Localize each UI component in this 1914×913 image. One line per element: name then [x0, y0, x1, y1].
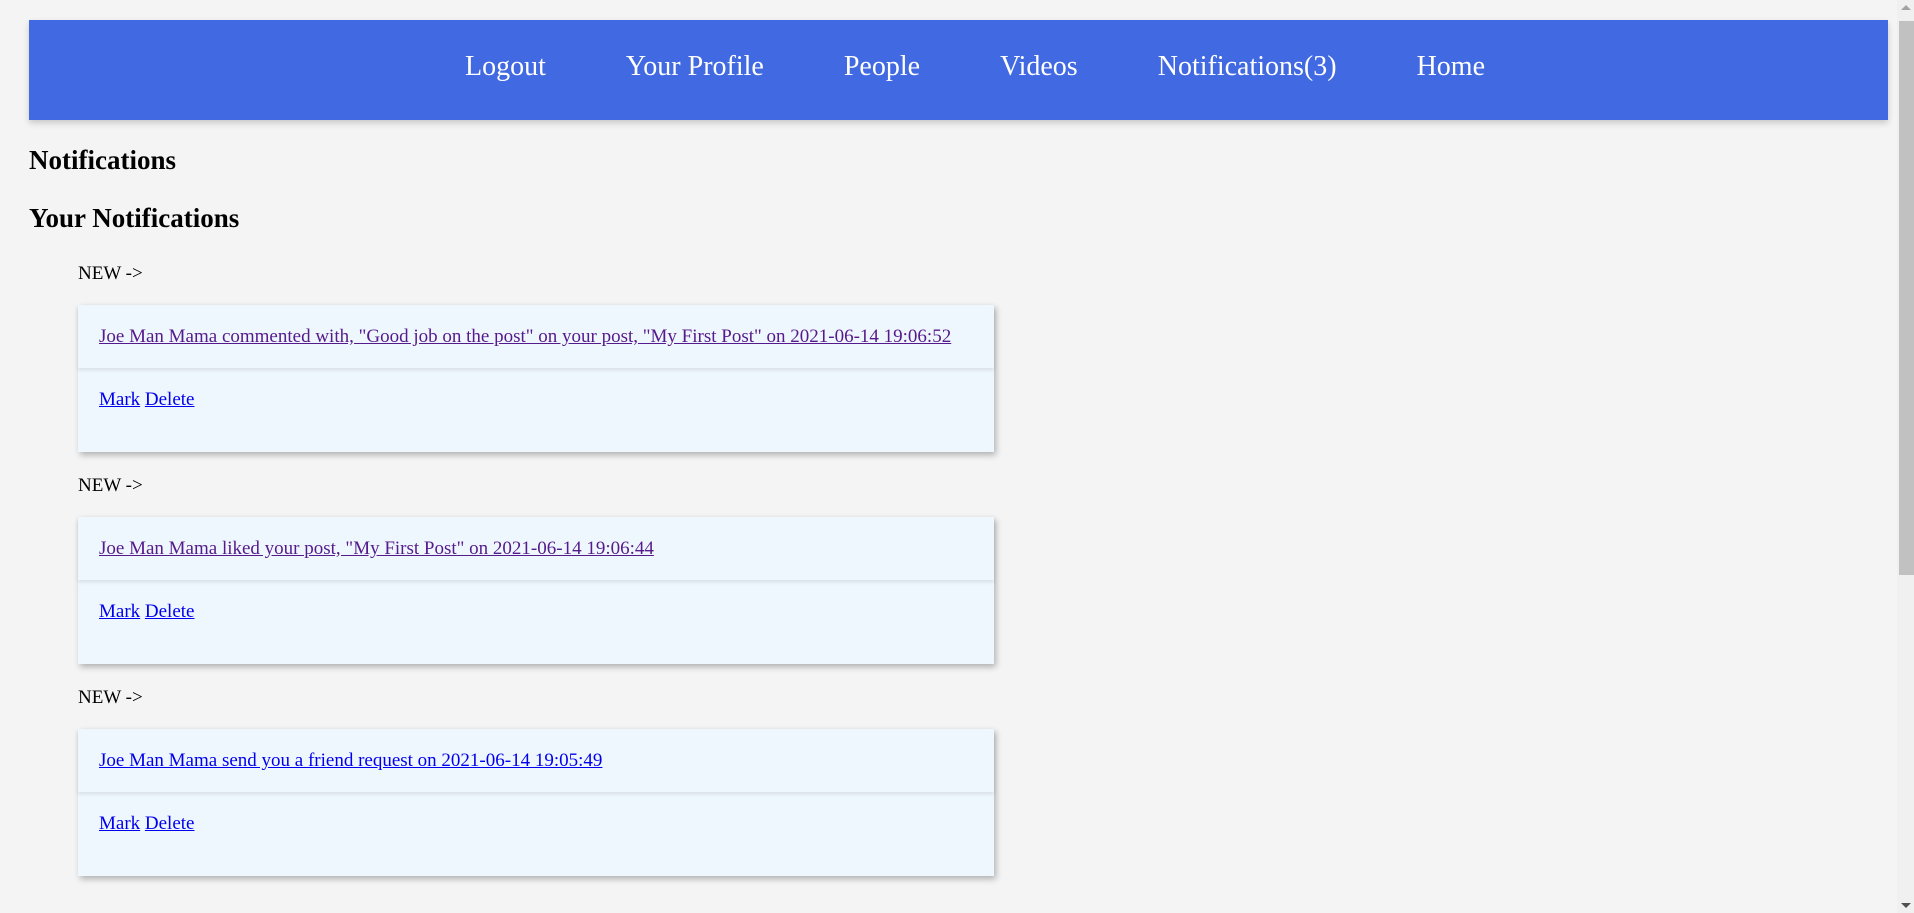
notification-card-actions: Mark Delete — [78, 792, 994, 876]
notification-card: Joe Man Mama send you a friend request o… — [78, 729, 994, 876]
vertical-scrollbar[interactable] — [1897, 0, 1914, 913]
page: Logout Your Profile People Videos Notifi… — [0, 0, 1897, 913]
nav-videos-link[interactable]: Videos — [1000, 53, 1078, 87]
nav-people-link[interactable]: People — [844, 53, 920, 87]
notification-card-header: Joe Man Mama send you a friend request o… — [78, 729, 994, 792]
mark-link[interactable]: Mark — [99, 813, 140, 834]
nav-notifications-link[interactable]: Notifications(3) — [1158, 53, 1337, 87]
nav-logout-link[interactable]: Logout — [465, 53, 546, 87]
notification-card: Joe Man Mama commented with, "Good job o… — [78, 305, 994, 452]
delete-link[interactable]: Delete — [145, 389, 195, 410]
section-title: Your Notifications — [29, 203, 240, 233]
nav-links: Logout Your Profile People Videos Notifi… — [465, 53, 1485, 87]
scroll-up-arrow-icon[interactable] — [1901, 5, 1911, 10]
notification-card-header: Joe Man Mama liked your post, "My First … — [78, 517, 994, 580]
notification-card-actions: Mark Delete — [78, 368, 994, 452]
nav-home-link[interactable]: Home — [1417, 53, 1485, 87]
page-title: Notifications — [29, 145, 176, 175]
notification-link[interactable]: Joe Man Mama send you a friend request o… — [99, 750, 602, 771]
scrollbar-thumb[interactable] — [1899, 21, 1914, 575]
new-indicator: NEW -> — [78, 263, 143, 284]
scroll-down-arrow-icon[interactable] — [1901, 903, 1911, 908]
mark-link[interactable]: Mark — [99, 601, 140, 622]
notification-link[interactable]: Joe Man Mama liked your post, "My First … — [99, 538, 654, 559]
new-indicator: NEW -> — [78, 687, 143, 708]
notification-card: Joe Man Mama liked your post, "My First … — [78, 517, 994, 664]
notification-list: NEW -> Joe Man Mama commented with, "Goo… — [78, 262, 994, 898]
notification-card-actions: Mark Delete — [78, 580, 994, 664]
notification-card-header: Joe Man Mama commented with, "Good job o… — [78, 305, 994, 368]
top-navbar: Logout Your Profile People Videos Notifi… — [29, 20, 1888, 120]
notification-link[interactable]: Joe Man Mama commented with, "Good job o… — [99, 326, 951, 347]
delete-link[interactable]: Delete — [145, 601, 195, 622]
nav-your-profile-link[interactable]: Your Profile — [626, 53, 764, 87]
mark-link[interactable]: Mark — [99, 389, 140, 410]
new-indicator: NEW -> — [78, 475, 143, 496]
delete-link[interactable]: Delete — [145, 813, 195, 834]
